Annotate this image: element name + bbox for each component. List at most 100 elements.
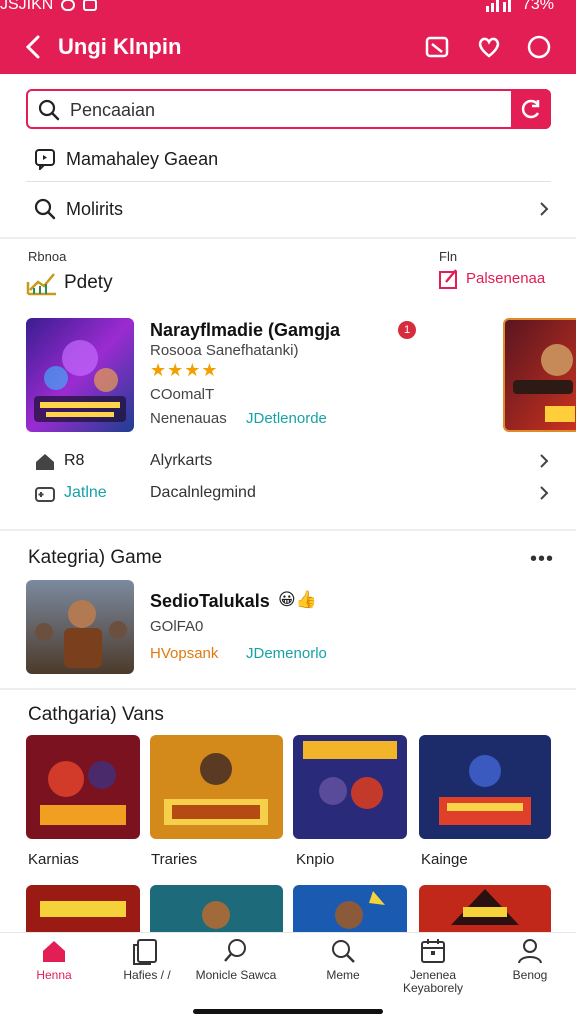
app-icon <box>83 0 98 11</box>
category-tile[interactable] <box>419 735 551 839</box>
game-tag-right[interactable]: JDemenorlo <box>246 645 327 662</box>
notification-icon <box>61 0 76 11</box>
category-tile-label: Kainge <box>421 851 468 868</box>
section-divider <box>0 688 576 690</box>
category-tile[interactable] <box>293 735 407 839</box>
chevron-right-icon <box>540 454 549 468</box>
game-art-image <box>505 320 576 430</box>
category-game-thumbnail[interactable] <box>26 580 134 674</box>
info-row-key: Jatlne <box>64 484 107 501</box>
game-title[interactable]: SedioTalukals <box>150 591 270 612</box>
nav-label: Monicle Sawca <box>195 968 277 982</box>
info-row-key: R8 <box>64 452 85 469</box>
section-divider <box>0 237 576 239</box>
category-tile-label: Traries <box>151 851 198 868</box>
page-title: Ungi Klnpin <box>58 34 182 59</box>
section-title: Cathgaria) Vans <box>28 704 164 725</box>
status-bar: JSJIKN 73% <box>0 0 576 16</box>
emoji-reaction: 😀👍 <box>278 590 317 609</box>
divider <box>26 181 551 182</box>
info-row[interactable]: R8 Alyrkarts <box>0 446 576 476</box>
search-bar[interactable]: Pencaaian <box>26 89 551 129</box>
nav-label: Jenenea Keyaborely <box>402 968 464 995</box>
game-art-image <box>419 735 551 839</box>
battery-level: 73% <box>521 0 554 13</box>
featured-link[interactable]: Palsenenaa <box>466 270 545 287</box>
search-submit-button[interactable] <box>511 89 551 129</box>
nav-item-home[interactable]: Henna <box>6 933 102 1003</box>
game-title[interactable]: Narayflmadie (Gamgja <box>150 320 340 341</box>
info-row-value: Dacalnlegmind <box>150 484 256 501</box>
nav-item-calendar[interactable]: Jenenea Keyaborely <box>385 933 481 1003</box>
game-art-image <box>293 735 407 839</box>
status-left-text: JSJIKN <box>0 0 54 13</box>
game-art-image <box>419 885 551 932</box>
game-art-image <box>150 885 283 932</box>
category-tile[interactable] <box>419 885 551 932</box>
nav-item-profile[interactable]: Benog <box>482 933 576 1003</box>
nav-label: Hafies / / <box>123 968 171 982</box>
search-icon <box>332 940 355 963</box>
status-left: JSJIKN <box>0 0 98 14</box>
info-row[interactable]: Jatlne Dacalnlegmind <box>0 478 576 508</box>
category-tile[interactable] <box>150 885 283 932</box>
nav-item-discover[interactable]: Monicle Sawca <box>188 933 284 1003</box>
game-art-image <box>26 318 134 432</box>
game-tag-right[interactable]: JDetlenorde <box>246 410 327 427</box>
search-input[interactable]: Pencaaian <box>70 100 155 121</box>
featured-title: Pdety <box>64 272 113 293</box>
game-tag-left: Nenenauas <box>150 410 227 427</box>
game-art-image <box>293 885 407 932</box>
calendar-icon <box>421 939 445 963</box>
category-tile[interactable] <box>150 735 283 839</box>
bookmark-icon[interactable] <box>424 34 450 60</box>
nav-item-library[interactable]: Hafies / / <box>99 933 195 1003</box>
profile-icon <box>518 939 542 964</box>
section-divider <box>0 529 576 531</box>
game-art-image <box>150 735 283 839</box>
category-tile-label: Knpio <box>296 851 335 868</box>
category-tile[interactable] <box>26 885 140 932</box>
app-bar: Ungi Klnpin <box>0 24 576 70</box>
featured-small-label: Rbnoa <box>28 249 67 264</box>
featured-game-thumbnail[interactable] <box>26 318 134 432</box>
rating-stars: ★★★★ <box>150 360 219 380</box>
category-tile[interactable] <box>26 735 140 839</box>
category-tile-label: Karnias <box>28 851 79 868</box>
signal-icon <box>485 0 511 12</box>
list-item[interactable]: Mamahaley Gaean <box>0 140 576 180</box>
refresh-icon <box>521 99 540 119</box>
list-item-label: Mamahaley Gaean <box>66 149 219 169</box>
next-game-thumbnail[interactable] <box>503 318 576 432</box>
game-art-image <box>26 885 140 932</box>
book-icon <box>133 939 157 965</box>
gamepad-icon <box>35 487 55 502</box>
more-options-icon[interactable]: ••• <box>530 548 554 571</box>
game-subtitle: Rosooa Sanefhatanki) <box>150 342 299 359</box>
category-tile[interactable] <box>293 885 407 932</box>
nav-label: Meme <box>326 968 360 982</box>
game-meta: GOlFA0 <box>150 618 204 635</box>
section-title: Kategria) Game <box>28 547 163 568</box>
edit-icon[interactable] <box>438 268 460 290</box>
heart-icon[interactable] <box>476 34 502 60</box>
home-indicator[interactable] <box>193 1009 383 1014</box>
search-icon <box>224 939 246 962</box>
search-icon <box>34 198 56 220</box>
game-meta: COomalT <box>150 386 215 403</box>
chat-bubble-icon[interactable] <box>526 34 552 60</box>
back-arrow-icon[interactable] <box>22 32 46 62</box>
home-icon <box>36 454 54 470</box>
chevron-right-icon <box>540 486 549 500</box>
game-art-image <box>26 580 134 674</box>
home-icon <box>43 941 65 962</box>
nav-label: Benog <box>512 968 548 982</box>
top-bar: JSJIKN 73% Ungi Klnpin <box>0 0 576 74</box>
featured-right-small: Fln <box>439 249 458 264</box>
list-item[interactable]: Molirits <box>0 190 576 230</box>
nav-item-search[interactable]: Meme <box>295 933 391 1003</box>
list-item-label: Molirits <box>66 199 123 219</box>
info-row-value: Alyrkarts <box>150 452 213 469</box>
status-right: 73% <box>485 0 554 14</box>
chevron-right-icon <box>540 202 549 216</box>
